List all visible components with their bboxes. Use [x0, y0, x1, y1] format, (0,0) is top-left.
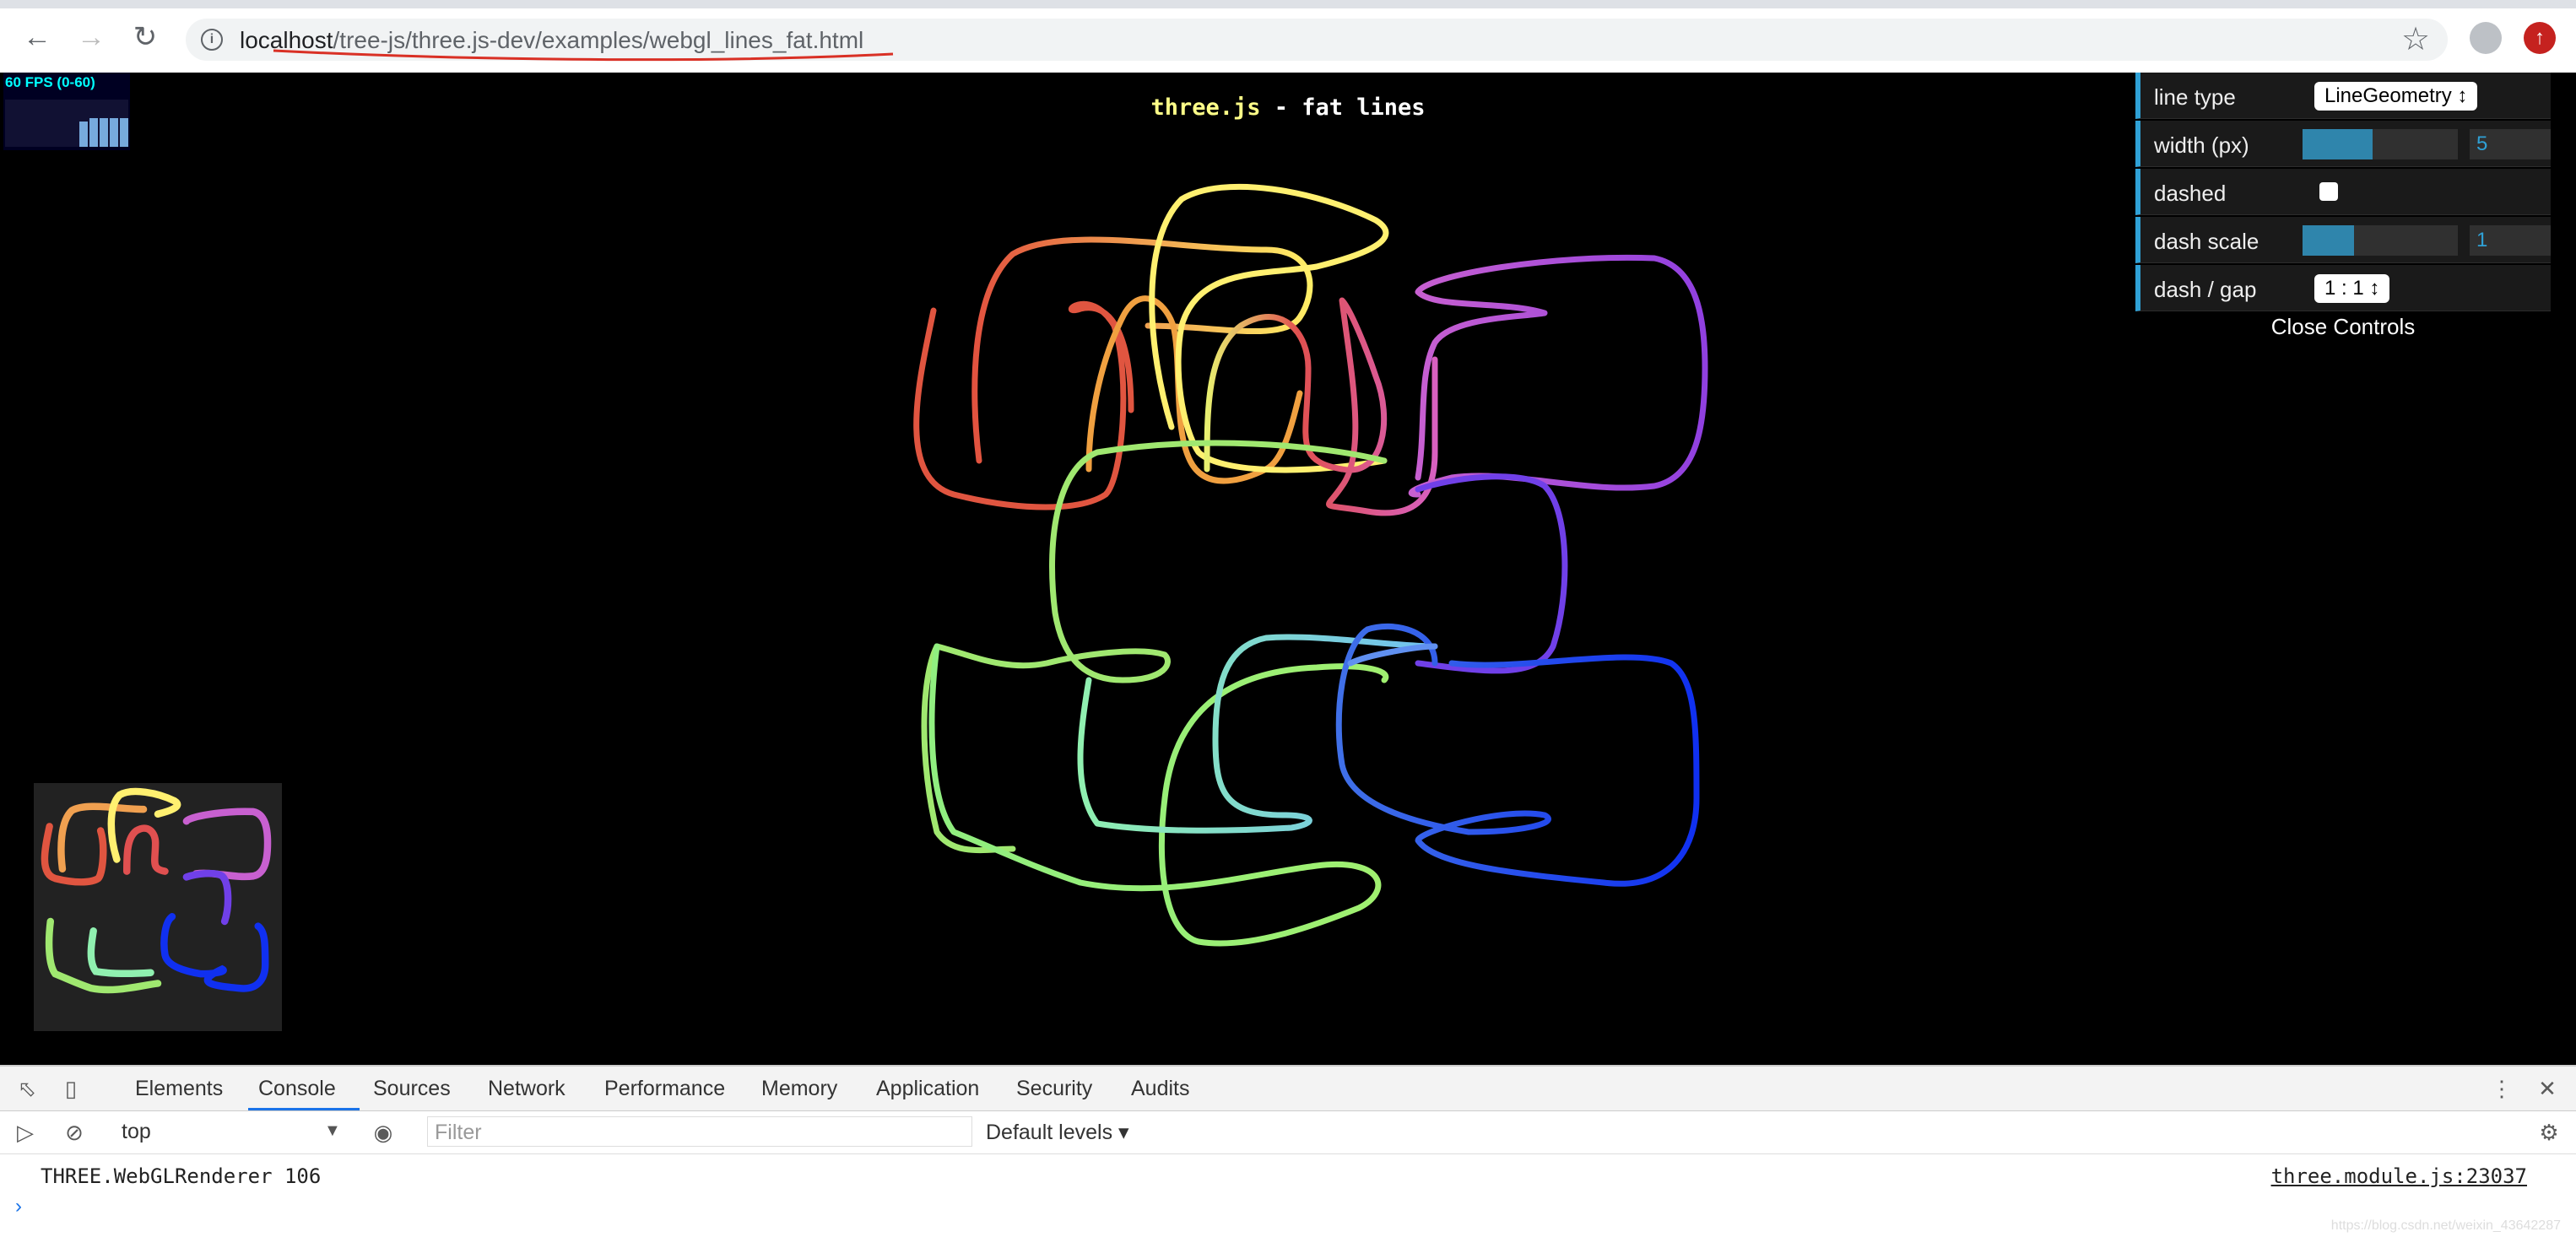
dash-gap-label: dash / gap [2154, 277, 2257, 302]
clear-console-icon[interactable]: ⊘ [62, 1121, 86, 1144]
width-slider-fill [2303, 129, 2373, 159]
controls-panel: line type LineGeometry ↕ width (px) 5 da… [2135, 73, 2551, 339]
fps-graph-bar [79, 122, 88, 147]
tab-application[interactable]: Application [876, 1077, 979, 1101]
active-tab-indicator [248, 1108, 360, 1110]
width-input[interactable]: 5 [2470, 129, 2551, 159]
inspect-element-icon[interactable]: ⬁ [15, 1077, 39, 1100]
device-toolbar-icon[interactable]: ▯ [59, 1077, 83, 1100]
devtools-tabbar: ⬁ ▯ Elements Console Sources Network Perform… [0, 1067, 2576, 1111]
dashed-row: dashed [2135, 169, 2551, 215]
fps-graph-bar [100, 118, 108, 147]
dash-scale-slider[interactable] [2303, 225, 2458, 256]
site-info-icon[interactable]: i [201, 29, 223, 51]
inset-view[interactable] [34, 783, 282, 1031]
close-devtools-icon[interactable]: ✕ [2535, 1077, 2559, 1100]
default-levels-dropdown[interactable]: Default levels ▾ [986, 1120, 1129, 1145]
width-row: width (px) 5 [2135, 121, 2551, 167]
fps-graph-bar [110, 118, 118, 147]
line-type-select[interactable]: LineGeometry ↕ [2314, 82, 2478, 111]
tab-network[interactable]: Network [488, 1077, 566, 1101]
console-log-source-link[interactable]: three.module.js:23037 [2271, 1164, 2527, 1188]
width-slider[interactable] [2303, 129, 2458, 159]
gear-icon[interactable]: ⚙ [2537, 1121, 2561, 1144]
console-filter-input[interactable]: Filter [427, 1116, 972, 1147]
dash-scale-slider-fill [2303, 225, 2354, 256]
dash-gap-select[interactable]: 1 : 1 ↕ [2314, 274, 2390, 303]
fps-graph-bar [89, 118, 98, 147]
back-icon[interactable]: ← [22, 22, 52, 52]
dash-scale-input[interactable]: 1 [2470, 225, 2551, 256]
tab-performance[interactable]: Performance [604, 1077, 725, 1101]
dashed-label: dashed [2154, 181, 2227, 206]
dashed-checkbox[interactable] [2319, 182, 2338, 201]
webgl-viewport[interactable]: 60 FPS (0-60) three.js - fat lines line … [0, 73, 2576, 1065]
eye-icon[interactable]: ◉ [371, 1121, 395, 1144]
update-icon[interactable]: ↑ [2524, 22, 2556, 54]
chevron-down-icon[interactable]: ▼ [324, 1121, 341, 1141]
console-toolbar: ▷ ⊘ top ▼ ◉ Filter Default levels ▾ ⚙ [0, 1111, 2576, 1154]
close-controls-button[interactable]: Close Controls [2135, 314, 2551, 340]
url-annotation-underline [273, 49, 894, 62]
console-prompt-icon[interactable]: › [15, 1195, 22, 1218]
tab-memory[interactable]: Memory [761, 1077, 837, 1101]
forward-icon[interactable]: → [76, 22, 106, 52]
width-label: width (px) [2154, 132, 2249, 158]
tab-audits[interactable]: Audits [1131, 1077, 1189, 1101]
page-title-rest: - fat lines [1260, 95, 1426, 121]
dash-scale-label: dash scale [2154, 229, 2259, 254]
watermark: https://blog.csdn.net/weixin_43642287 [2330, 1218, 2561, 1233]
three-js-link[interactable]: three.js [1150, 95, 1260, 121]
context-selector[interactable]: top [122, 1120, 151, 1144]
tab-elements[interactable]: Elements [135, 1077, 223, 1101]
console-log-message: THREE.WebGLRenderer 106 [41, 1164, 322, 1188]
line-type-label: line type [2154, 84, 2236, 110]
browser-toolbar: ← → ↻ i localhost/tree-js/three.js-dev/e… [0, 0, 2576, 73]
fps-graph-bar [120, 118, 128, 147]
show-sidebar-icon[interactable]: ▷ [14, 1121, 37, 1144]
reload-icon[interactable]: ↻ [130, 22, 160, 52]
tab-security[interactable]: Security [1016, 1077, 1092, 1101]
more-options-icon[interactable]: ⋮ [2490, 1077, 2514, 1100]
profile-avatar-icon[interactable] [2470, 22, 2502, 54]
inset-scene [41, 787, 272, 994]
dash-gap-row: dash / gap 1 : 1 ↕ [2135, 265, 2551, 311]
tab-console[interactable]: Console [258, 1077, 336, 1101]
bookmark-star-icon[interactable]: ☆ [2401, 20, 2430, 58]
tab-strip [0, 0, 2576, 8]
dash-scale-row: dash scale 1 [2135, 217, 2551, 263]
devtools-panel: ⬁ ▯ Elements Console Sources Network Perform… [0, 1065, 2576, 1237]
fps-label: 60 FPS (0-60) [5, 74, 95, 90]
tab-sources[interactable]: Sources [373, 1077, 451, 1101]
line-type-row: line type LineGeometry ↕ [2135, 73, 2551, 119]
